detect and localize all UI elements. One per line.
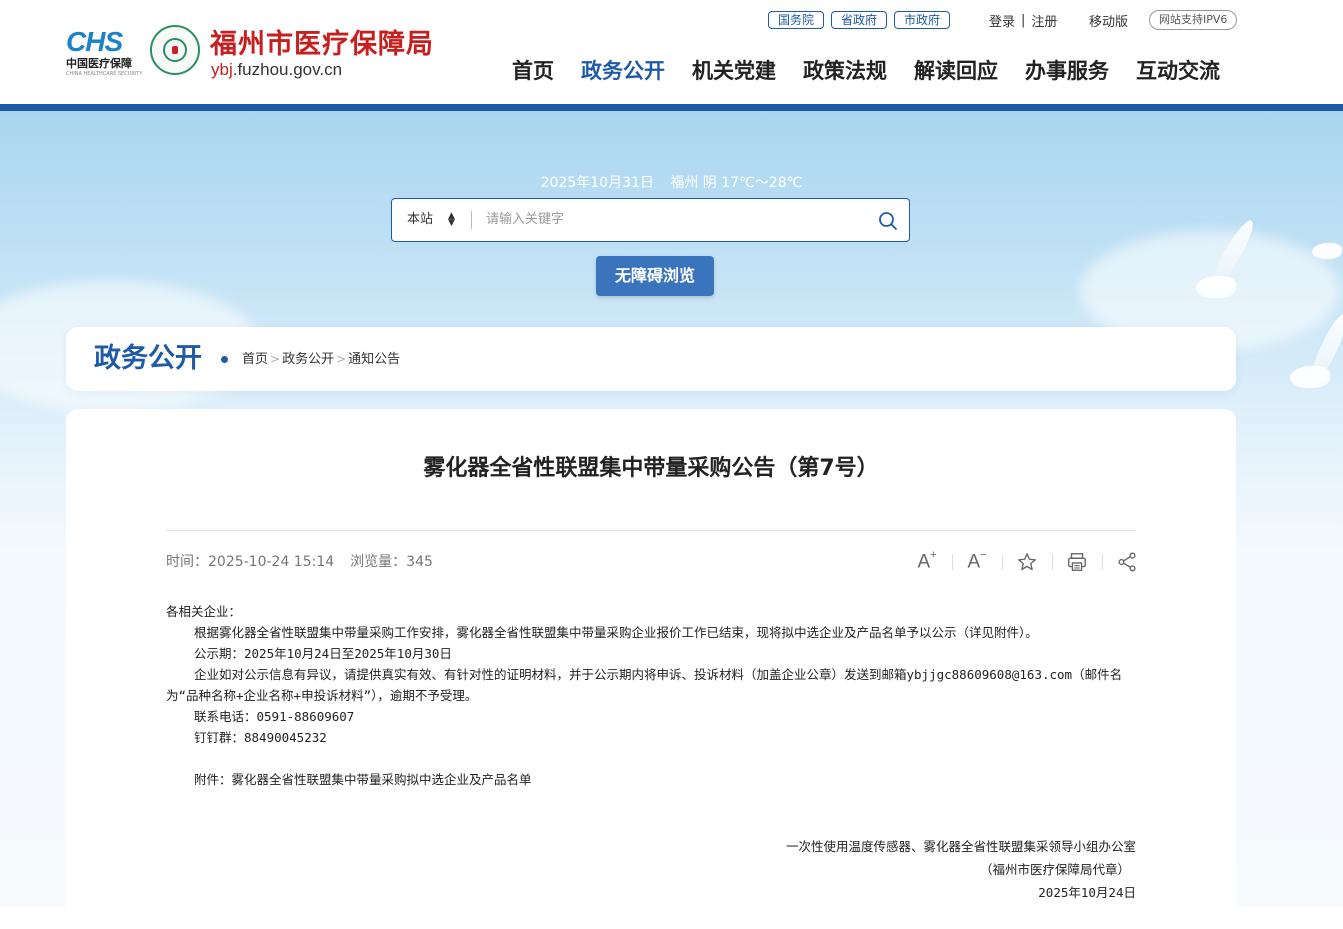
- seal-cross-mark: [172, 46, 178, 54]
- ipv6-badge: 网站支持IPV6: [1149, 10, 1238, 30]
- font-increase-button[interactable]: A+: [902, 548, 952, 574]
- user-links: 登录 | 注册: [989, 9, 1057, 31]
- breadcrumb-card: 政务公开 首页 > 政务公开 > 通知公告: [66, 327, 1236, 391]
- nav-interpretation[interactable]: 解读回应: [914, 57, 998, 85]
- signature-date: 2025年10月24日: [1038, 885, 1136, 900]
- paragraph-objection: 企业如对公示信息有异议，请提供真实有效、有针对性的证明材料，并于公示期内将申诉、…: [166, 667, 1123, 703]
- search-divider: [471, 211, 472, 229]
- breadcrumb-gov-affairs[interactable]: 政务公开: [282, 352, 334, 367]
- font-decrease-icon: A−: [967, 548, 987, 573]
- site-domain: ybj.fuzhou.gov.cn: [211, 60, 342, 80]
- views-count: 345: [406, 554, 433, 570]
- paragraph-intro: 根据雾化器全省性联盟集中带量采购工作安排，雾化器全省性联盟集中带量采购企业报价工…: [194, 625, 1038, 640]
- article-card: 雾化器全省性联盟集中带量采购公告（第7号） 时间：2025-10-24 15:1…: [66, 409, 1236, 929]
- article-body: 各相关企业： 根据雾化器全省性联盟集中带量采购工作安排，雾化器全省性联盟集中带量…: [166, 601, 1136, 790]
- chs-logo-cn: 中国医疗保障: [66, 57, 132, 70]
- section-title: 政务公开: [94, 343, 202, 374]
- breadcrumb-separator: >: [270, 352, 281, 366]
- nav-services[interactable]: 办事服务: [1025, 57, 1109, 85]
- font-increase-icon: A+: [917, 548, 937, 573]
- dove-decoration: [1312, 243, 1342, 259]
- star-icon: [1018, 553, 1036, 571]
- gov-link-city[interactable]: 市政府: [894, 11, 951, 29]
- share-button[interactable]: [1102, 550, 1152, 574]
- print-icon: [1068, 553, 1086, 571]
- main-nav: 首页 政务公开 机关党建 政策法规 解读回应 办事服务 互动交流: [512, 57, 1220, 85]
- site-header: CHS 中国医疗保障 CHINA HEALTHCARE SECURITY 福州市…: [0, 0, 1343, 104]
- breadcrumb: 首页 > 政务公开 > 通知公告: [242, 349, 400, 370]
- search-icon[interactable]: [878, 211, 898, 231]
- search-input[interactable]: [486, 199, 846, 241]
- views-label: 浏览量：: [350, 554, 407, 570]
- dove-decoration: [1196, 276, 1236, 298]
- seal-inner-ring: [163, 38, 187, 62]
- time-label: 时间：: [166, 554, 208, 570]
- login-link[interactable]: 登录: [989, 11, 1015, 30]
- dove-decoration: [1290, 366, 1330, 388]
- article-meta: 时间：2025-10-24 15:14 浏览量：345: [166, 552, 433, 572]
- nav-home[interactable]: 首页: [512, 57, 554, 85]
- nav-government-affairs[interactable]: 政务公开: [581, 57, 665, 85]
- dingtalk-group: 钉钉群：88490045232: [194, 730, 327, 745]
- breadcrumb-home[interactable]: 首页: [242, 352, 268, 367]
- chs-logo-mark: CHS: [66, 26, 123, 57]
- favorite-button[interactable]: [1002, 550, 1052, 574]
- chs-logo-en: CHINA HEALTHCARE SECURITY: [66, 71, 143, 77]
- mobile-link-wrap: 移动版: [1089, 9, 1128, 31]
- mobile-version-link[interactable]: 移动版: [1089, 11, 1128, 30]
- nav-party-building[interactable]: 机关党建: [692, 57, 776, 85]
- current-date: 2025年10月31日: [540, 175, 654, 191]
- register-link[interactable]: 注册: [1031, 11, 1057, 30]
- weather-info: 福州 阴 17℃～28℃: [670, 175, 803, 191]
- ipv6-wrap: 网站支持IPV6: [1149, 9, 1238, 31]
- accessibility-button[interactable]: 无障碍浏览: [596, 256, 714, 296]
- greeting: 各相关企业：: [166, 604, 242, 619]
- gov-link-province[interactable]: 省政府: [831, 11, 888, 29]
- article-tools: A+ A−: [902, 548, 1152, 574]
- site-domain-prefix: ybj: [211, 60, 233, 79]
- site-name[interactable]: 福州市医疗保障局: [210, 22, 434, 61]
- breadcrumb-notices[interactable]: 通知公告: [348, 352, 400, 367]
- bureau-seal-icon: [150, 25, 200, 75]
- chs-logo[interactable]: CHS 中国医疗保障 CHINA HEALTHCARE SECURITY: [66, 26, 144, 78]
- site-domain-rest: .fuzhou.gov.cn: [232, 60, 343, 79]
- publish-time: 2025-10-24 15:14: [208, 554, 335, 570]
- attachment-link[interactable]: 附件：雾化器全省性联盟集中带量采购拟中选企业及产品名单: [166, 769, 1136, 790]
- search-box: 本站 ▲ ▼: [391, 198, 910, 242]
- signature-proxy: （福州市医疗保障局代章）: [979, 862, 1130, 877]
- scope-sort-icon[interactable]: ▲ ▼: [448, 212, 455, 228]
- gov-links: 国务院 省政府 市政府: [768, 9, 957, 31]
- nav-policies[interactable]: 政策法规: [803, 57, 887, 85]
- print-button[interactable]: [1052, 550, 1102, 574]
- search-scope-select[interactable]: 本站: [407, 199, 433, 241]
- share-icon: [1118, 552, 1136, 572]
- article-title: 雾化器全省性联盟集中带量采购公告（第7号）: [423, 456, 879, 481]
- section-dot: [221, 356, 228, 363]
- signature-org: 一次性使用温度传感器、雾化器全省性联盟集采领导小组办公室: [785, 839, 1136, 854]
- signature-block: 一次性使用温度传感器、雾化器全省性联盟集采领导小组办公室 （福州市医疗保障局代章…: [166, 835, 1136, 904]
- date-weather: 2025年10月31日 福州 阴 17℃～28℃: [0, 172, 1343, 192]
- header-divider-bar: [0, 104, 1343, 111]
- nav-interaction[interactable]: 互动交流: [1136, 57, 1220, 85]
- title-divider: [166, 530, 1136, 531]
- gov-link-state-council[interactable]: 国务院: [768, 11, 825, 29]
- login-divider: |: [1021, 12, 1026, 28]
- publicity-period: 公示期：2025年10月24日至2025年10月30日: [194, 646, 452, 661]
- contact-phone: 联系电话：0591-88609607: [194, 709, 355, 724]
- breadcrumb-separator: >: [336, 352, 347, 366]
- font-decrease-button[interactable]: A−: [952, 548, 1002, 574]
